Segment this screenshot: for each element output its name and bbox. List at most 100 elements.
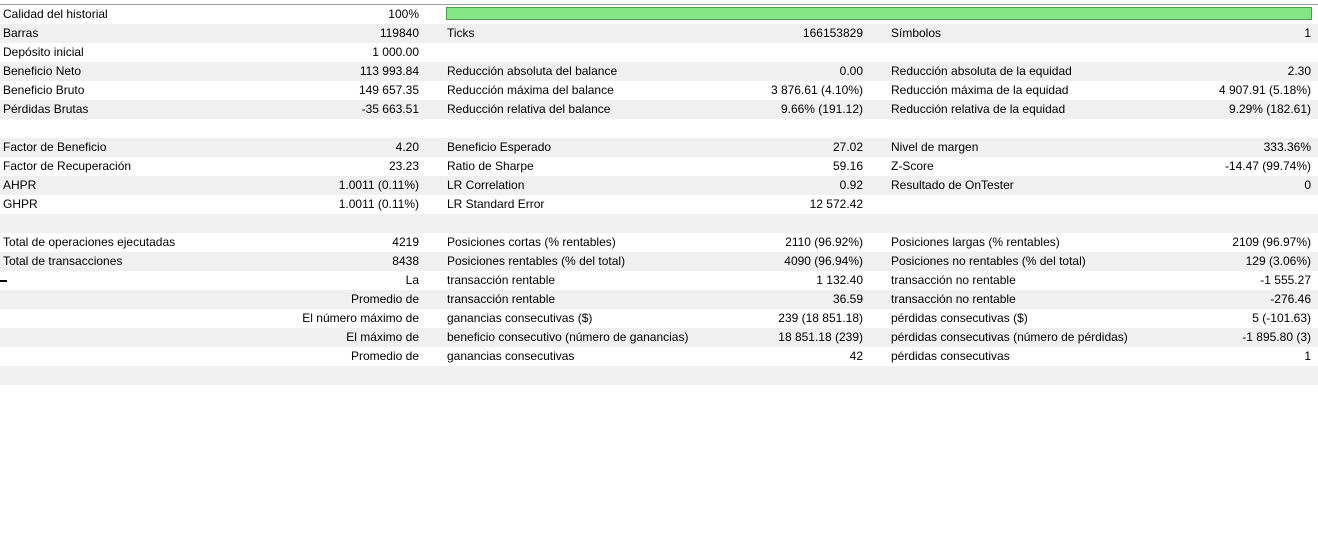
lr-correlation-value: 0.92 [839,178,863,192]
row-profit-factor: Factor de Beneficio 4.20 Beneficio Esper… [0,138,1318,157]
average-consecutive-losses-label: pérdidas consecutivas [891,349,1010,363]
row-largest-trade: La transacción rentable 1 132.40 transac… [0,271,1318,290]
average-loss-trade-value: -276.46 [1270,292,1311,306]
bars-value: 119840 [379,26,419,40]
max-consecutive-losses-value: 5 (-101.63) [1252,311,1311,325]
balance-max-drawdown-label: Reducción máxima del balance [447,83,614,97]
loss-positions-value: 129 (3.06%) [1245,254,1311,268]
row-net-profit: Beneficio Neto 113 993.84 Reducción abso… [0,62,1318,81]
row-history-quality: Calidad del historial 100% [0,5,1318,24]
symbols-value: 1 [1304,26,1311,40]
row-maximal-consecutive: El máximo de beneficio consecutivo (núme… [0,328,1318,347]
max-consecutive-wins-value: 239 (18 851.18) [778,311,863,325]
average-consecutive-wins-label: ganancias consecutivas [447,349,575,363]
history-quality-label: Calidad del historial [3,7,108,21]
average-consecutive-wins-value: 42 [849,349,863,363]
average-profit-trade-label: transacción rentable [447,292,556,306]
net-profit-value: 113 993.84 [359,64,419,78]
total-deals-value: 8438 [392,254,419,268]
row-total-trades: Total de operaciones ejecutadas 4219 Pos… [0,233,1318,252]
balance-rel-drawdown-value: 9.66% (191.12) [780,102,863,116]
maximal-consecutive-profit-value: 18 851.18 (239) [778,330,863,344]
long-positions-label: Posiciones largas (% rentables) [891,235,1060,249]
initial-deposit-value: 1 000.00 [372,45,419,59]
short-positions-label: Posiciones cortas (% rentables) [447,235,616,249]
sharpe-ratio-value: 59.16 [832,159,863,173]
row-bars: Barras 119840 Ticks 166153829 Símbolos 1 [0,24,1318,43]
row-total-deals: Total de transacciones 8438 Posiciones r… [0,252,1318,271]
row-max-consecutive: El número máximo de ganancias consecutiv… [0,309,1318,328]
profit-factor-value: 4.20 [395,140,419,154]
ahpr-label: AHPR [3,178,37,192]
maximal-consecutive-loss-label: pérdidas consecutivas (número de pérdida… [891,330,1128,344]
equity-max-drawdown-label: Reducción máxima de la equidad [891,83,1069,97]
row-ghpr: GHPR 1.0011 (0.11%) LR Standard Error 12… [0,195,1318,214]
equity-abs-drawdown-value: 2.30 [1287,64,1311,78]
total-deals-label: Total de transacciones [3,254,123,268]
row-gross-profit: Beneficio Bruto 149 657.35 Reducción máx… [0,81,1318,100]
history-quality-value: 100% [388,7,419,21]
max-number-prefix: El número máximo de [302,311,419,325]
balance-abs-drawdown-value: 0.00 [839,64,863,78]
equity-rel-drawdown-label: Reducción relativa de la equidad [891,102,1066,116]
row-spacer [0,214,1318,233]
margin-level-value: 333.36% [1263,140,1311,154]
average-prefix: Promedio de [350,292,419,306]
gross-profit-label: Beneficio Bruto [3,83,85,97]
gross-profit-value: 149 657.35 [358,83,419,97]
maximal-consecutive-loss-value: -1 895.80 (3) [1242,330,1311,344]
profit-positions-value: 4090 (96.94%) [784,254,863,268]
average-consecutive-prefix: Promedio de [350,349,419,363]
equity-rel-drawdown-value: 9.29% (182.61) [1228,102,1311,116]
row-average-trade: Promedio de transacción rentable 36.59 t… [0,290,1318,309]
recovery-factor-label: Factor de Recuperación [3,159,132,173]
balance-max-drawdown-value: 3 876.61 (4.10%) [770,83,863,97]
gross-loss-label: Pérdidas Brutas [3,102,89,116]
ghpr-value: 1.0011 (0.11%) [338,197,419,211]
max-consecutive-losses-label: pérdidas consecutivas ($) [891,311,1028,325]
equity-abs-drawdown-label: Reducción absoluta de la equidad [891,64,1072,78]
short-positions-value: 2110 (96.92%) [785,235,863,249]
maximal-prefix: El máximo de [346,330,419,344]
largest-prefix: La [405,273,419,287]
recovery-factor-value: 23.23 [388,159,419,173]
report-table: Calidad del historial 100% Barras 119840… [0,5,1318,385]
row-initial-deposit: Depósito inicial 1 000.00 [0,43,1318,62]
largest-loss-trade-label: transacción no rentable [891,273,1016,287]
history-quality-bar-fill [447,8,1311,19]
ticks-value: 166153829 [802,26,863,40]
initial-deposit-label: Depósito inicial [3,45,84,59]
symbols-label: Símbolos [891,26,942,40]
largest-profit-trade-label: transacción rentable [447,273,556,287]
lr-std-error-label: LR Standard Error [447,197,545,211]
average-loss-trade-label: transacción no rentable [891,292,1016,306]
row-spacer [0,119,1318,138]
ghpr-label: GHPR [3,197,38,211]
average-consecutive-losses-value: 1 [1304,349,1311,363]
loss-positions-label: Posiciones no rentables (% del total) [891,254,1086,268]
largest-loss-trade-value: -1 555.27 [1260,273,1311,287]
long-positions-value: 2109 (96.97%) [1232,235,1311,249]
row-gross-loss: Pérdidas Brutas -35 663.51 Reducción rel… [0,100,1318,119]
gross-loss-value: -35 663.51 [361,102,419,116]
profit-factor-label: Factor de Beneficio [3,140,107,154]
row-recovery-factor: Factor de Recuperación 23.23 Ratio de Sh… [0,157,1318,176]
row-spacer [0,366,1318,385]
history-quality-bar [446,7,1312,20]
margin-level-label: Nivel de margen [891,140,979,154]
z-score-value: -14.47 (99.74%) [1224,159,1311,173]
net-profit-label: Beneficio Neto [3,64,82,78]
max-consecutive-wins-label: ganancias consecutivas ($) [447,311,593,325]
expected-payoff-value: 27.02 [832,140,863,154]
ahpr-value: 1.0011 (0.11%) [338,178,419,192]
equity-max-drawdown-value: 4 907.91 (5.18%) [1218,83,1311,97]
maximal-consecutive-profit-label: beneficio consecutivo (número de gananci… [447,330,689,344]
lr-correlation-label: LR Correlation [447,178,525,192]
total-trades-label: Total de operaciones ejecutadas [3,235,176,249]
largest-profit-trade-value: 1 132.40 [816,273,863,287]
expected-payoff-label: Beneficio Esperado [447,140,552,154]
balance-rel-drawdown-label: Reducción relativa del balance [447,102,611,116]
backtest-report: Calidad del historial 100% Barras 119840… [0,0,1318,546]
bars-label: Barras [3,26,39,40]
lr-std-error-value: 12 572.42 [809,197,863,211]
